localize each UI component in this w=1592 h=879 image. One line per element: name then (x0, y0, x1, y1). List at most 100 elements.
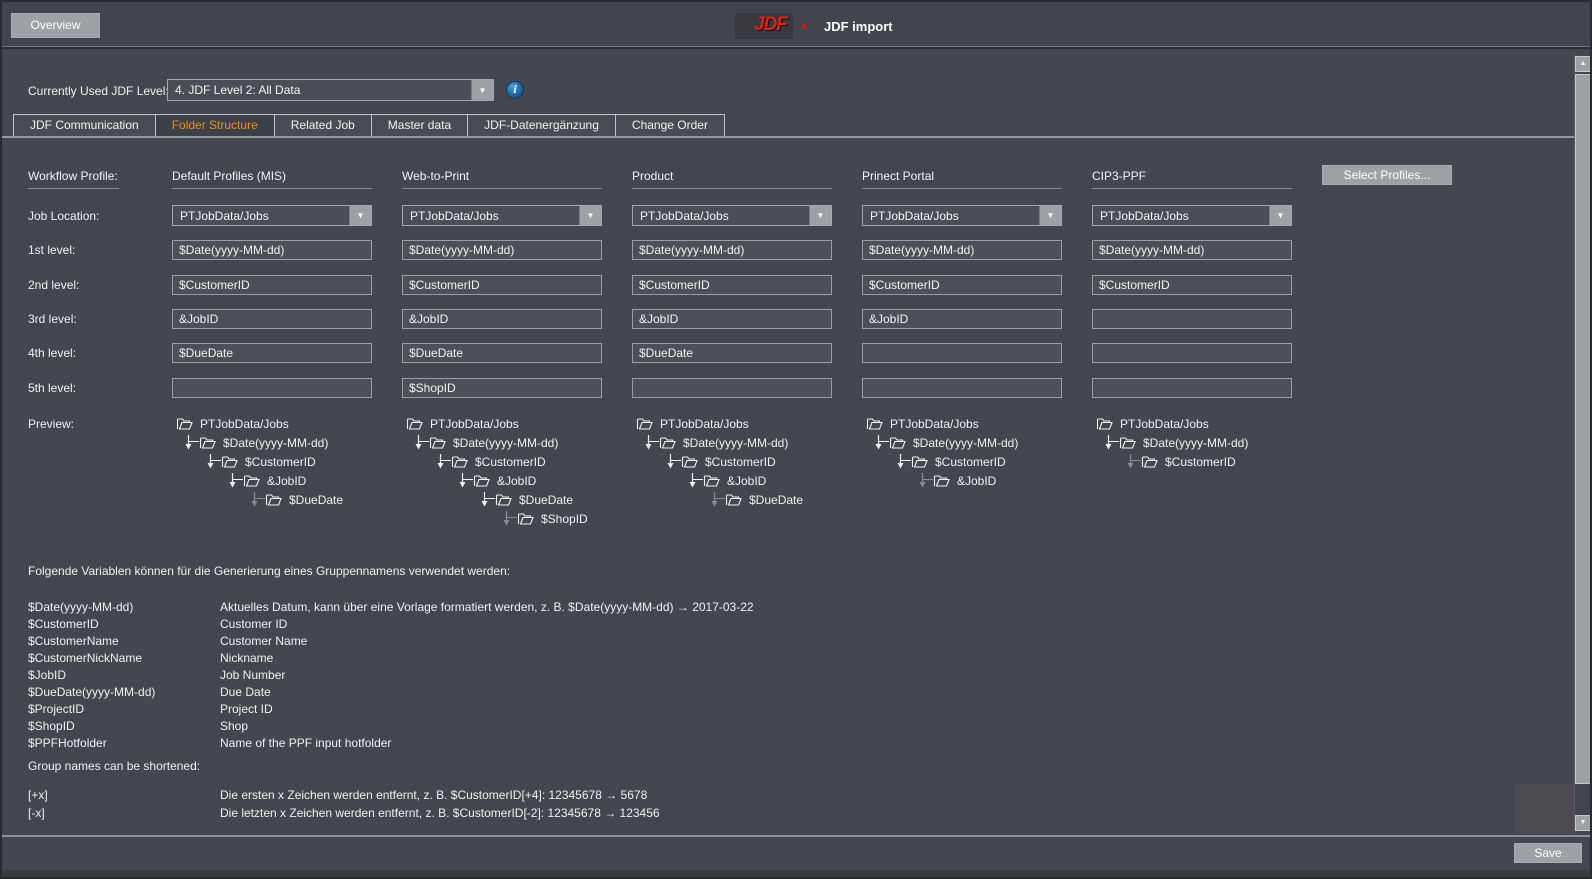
folder-icon (636, 417, 653, 431)
shorten-row: [+x]Die ersten x Zeichen werden entfernt… (28, 786, 660, 804)
job-location-select[interactable]: PTJobData/Jobs▼ (172, 205, 372, 226)
variable-row: $CustomerNameCustomer Name (28, 632, 754, 649)
profile-column-header: Web-to-Print (402, 169, 469, 183)
tab-bar: JDF CommunicationFolder StructureRelated… (13, 114, 725, 137)
tree-row: $CustomerID (636, 452, 803, 471)
level-input-4[interactable] (172, 343, 372, 363)
tree-arrow-down-icon (458, 473, 473, 489)
job-location-select[interactable]: PTJobData/Jobs▼ (862, 205, 1062, 226)
level-input-3[interactable] (632, 309, 832, 329)
chevron-down-icon[interactable]: ▼ (471, 80, 493, 100)
level-input-3[interactable] (862, 309, 1062, 329)
level-input-5[interactable] (632, 378, 832, 398)
tab-folder-structure[interactable]: Folder Structure (155, 114, 275, 137)
footer-separator (2, 835, 1590, 837)
tree-arrow-down-icon (184, 435, 199, 451)
shorten-description: Die letzten x Zeichen werden entfernt, z… (220, 806, 660, 820)
chevron-down-icon[interactable]: ▼ (1269, 206, 1291, 225)
tab-jdf-datenerg-nzung[interactable]: JDF-Datenergänzung (467, 114, 616, 137)
chevron-down-icon[interactable]: ▼ (349, 206, 371, 225)
tree-item-label: PTJobData/Jobs (430, 417, 519, 431)
chevron-down-icon[interactable]: ▼ (1039, 206, 1061, 225)
level-input-4[interactable] (1092, 343, 1292, 363)
tab-change-order[interactable]: Change Order (615, 114, 725, 137)
variable-description: Customer ID (220, 617, 287, 631)
variable-row: $ProjectIDProject ID (28, 700, 754, 717)
scrollbar-down-icon[interactable]: ▼ (1575, 815, 1591, 831)
level-input-5[interactable] (1092, 378, 1292, 398)
level-input-5[interactable] (402, 378, 602, 398)
job-location-select[interactable]: PTJobData/Jobs▼ (632, 205, 832, 226)
level-input-3[interactable] (1092, 309, 1292, 329)
level-input-2[interactable] (402, 275, 602, 295)
folder-icon (221, 455, 238, 469)
page-title: JDF import (824, 19, 893, 34)
folder-icon (659, 436, 676, 450)
tree-row: PTJobData/Jobs (176, 414, 343, 433)
job-location-select[interactable]: PTJobData/Jobs▼ (402, 205, 602, 226)
folder-icon (1141, 455, 1158, 469)
level-input-2[interactable] (632, 275, 832, 295)
variable-name: $DueDate(yyyy-MM-dd) (28, 685, 220, 699)
tree-arrow-down-icon (414, 435, 429, 451)
level-input-4[interactable] (402, 343, 602, 363)
level-input-4[interactable] (632, 343, 832, 363)
folder-icon (517, 512, 534, 526)
level-input-2[interactable] (1092, 275, 1292, 295)
folder-icon (473, 474, 490, 488)
level-input-3[interactable] (172, 309, 372, 329)
header-underline (632, 188, 832, 189)
folder-icon (429, 436, 446, 450)
jdf-import-window: Overview JDF ▶ JDF import Currently Used… (0, 0, 1592, 879)
variable-row: $ShopIDShop (28, 717, 754, 734)
level-input-2[interactable] (172, 275, 372, 295)
chevron-down-icon[interactable]: ▼ (579, 206, 601, 225)
level-input-5[interactable] (172, 378, 372, 398)
tab-related-job[interactable]: Related Job (274, 114, 372, 137)
tree-arrow-down-icon (918, 473, 933, 489)
folder-icon (933, 474, 950, 488)
profile-column-header: Product (632, 169, 673, 183)
tree-item-label: $CustomerID (705, 455, 776, 469)
level-input-1[interactable] (1092, 240, 1292, 260)
tree-row: $CustomerID (406, 452, 588, 471)
chevron-down-icon[interactable]: ▼ (809, 206, 831, 225)
tree-row: $Date(yyyy-MM-dd) (176, 433, 343, 452)
tree-row: $Date(yyyy-MM-dd) (1096, 433, 1248, 452)
select-profiles-button[interactable]: Select Profiles... (1322, 165, 1452, 185)
variable-name: $Date(yyyy-MM-dd) (28, 600, 220, 614)
preview-tree: PTJobData/Jobs$Date(yyyy-MM-dd)$Customer… (636, 414, 803, 509)
tree-row: $DueDate (406, 490, 588, 509)
info-icon[interactable]: i (506, 81, 524, 99)
level-input-1[interactable] (402, 240, 602, 260)
job-location-select[interactable]: PTJobData/Jobs▼ (1092, 205, 1292, 226)
level-input-5[interactable] (862, 378, 1062, 398)
preview-tree: PTJobData/Jobs$Date(yyyy-MM-dd)$Customer… (176, 414, 343, 509)
tab-jdf-communication[interactable]: JDF Communication (13, 114, 156, 137)
level-input-2[interactable] (862, 275, 1062, 295)
scrollbar-thumb[interactable] (1575, 74, 1591, 784)
variables-intro: Folgende Variablen können für die Generi… (28, 564, 510, 578)
tree-item-label: $DueDate (289, 493, 343, 507)
tree-row: PTJobData/Jobs (406, 414, 588, 433)
level-input-1[interactable] (632, 240, 832, 260)
tree-item-label: &JobID (957, 474, 996, 488)
folder-icon (703, 474, 720, 488)
tab-master-data[interactable]: Master data (371, 114, 468, 137)
level-input-1[interactable] (862, 240, 1062, 260)
tree-arrow-down-icon (436, 454, 451, 470)
variable-name: $CustomerNickName (28, 651, 220, 665)
variable-row: $JobIDJob Number (28, 666, 754, 683)
level-input-3[interactable] (402, 309, 602, 329)
jdf-level-select[interactable]: 4. JDF Level 2: All Data ▼ (167, 79, 494, 101)
level-input-4[interactable] (862, 343, 1062, 363)
tree-arrow-down-icon (688, 473, 703, 489)
top-bar (2, 2, 1590, 46)
level-input-1[interactable] (172, 240, 372, 260)
preview-tree: PTJobData/Jobs$Date(yyyy-MM-dd)$Customer… (1096, 414, 1248, 471)
overview-button[interactable]: Overview (11, 13, 100, 38)
tree-arrow-down-icon (666, 454, 681, 470)
folder-icon (199, 436, 216, 450)
scrollbar-up-icon[interactable]: ▲ (1575, 56, 1591, 72)
save-button[interactable]: Save (1514, 843, 1582, 863)
